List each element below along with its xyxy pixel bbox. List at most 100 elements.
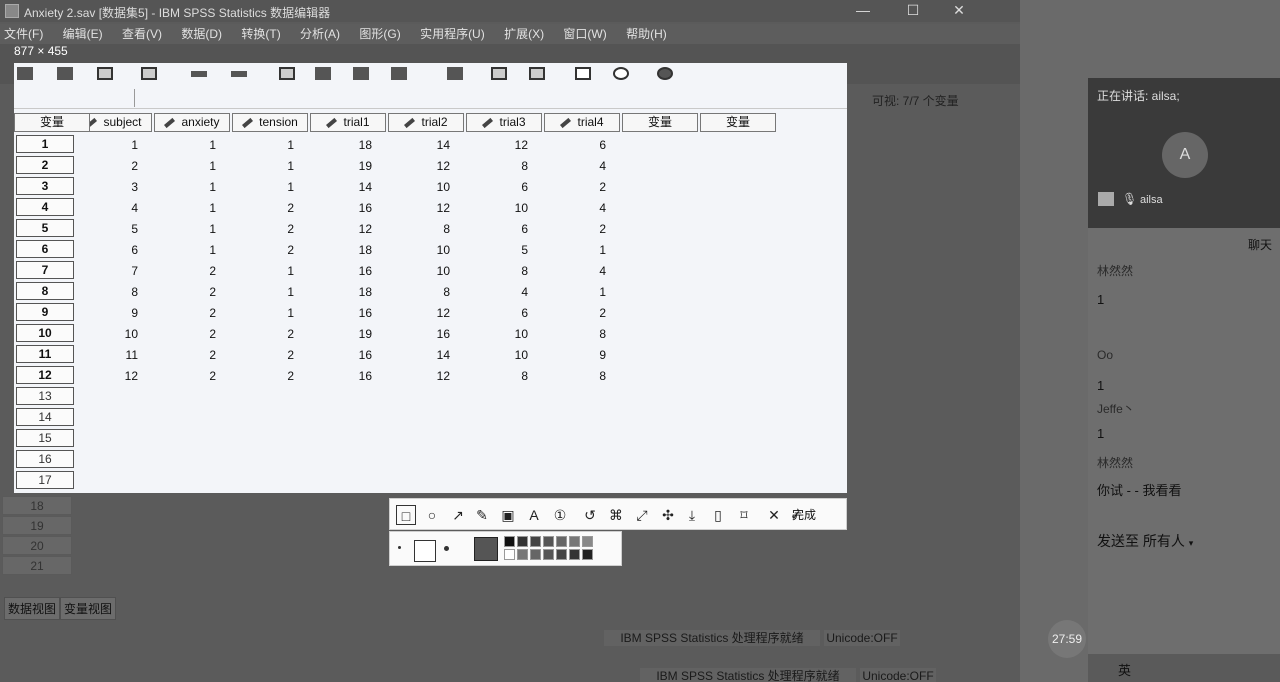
data-cell[interactable]: 2 <box>232 198 294 218</box>
data-cell[interactable]: 10 <box>388 177 450 197</box>
data-cell[interactable]: 4 <box>76 198 138 218</box>
data-cell[interactable]: 8 <box>544 324 606 344</box>
data-cell[interactable]: 2 <box>544 303 606 323</box>
row-header[interactable]: 1 <box>16 135 74 153</box>
data-cell[interactable]: 8 <box>466 261 528 281</box>
row-header-dimmed[interactable]: 21 <box>2 556 72 575</box>
data-cell[interactable]: 8 <box>466 156 528 176</box>
undo-icon[interactable] <box>188 63 210 83</box>
use-sets-icon[interactable] <box>610 63 632 83</box>
column-header-empty[interactable]: 变量 <box>14 113 90 132</box>
data-cell[interactable]: 1 <box>544 240 606 260</box>
data-cell[interactable]: 11 <box>76 345 138 365</box>
number-tool-icon[interactable]: ① <box>550 505 570 525</box>
row-header-dimmed[interactable]: 19 <box>2 516 72 535</box>
bookmark-icon[interactable]: ⌑ <box>734 505 754 525</box>
data-cell[interactable]: 6 <box>76 240 138 260</box>
data-cell[interactable]: 9 <box>544 345 606 365</box>
run-descriptives-icon[interactable] <box>388 63 410 83</box>
menu-view[interactable]: 查看(V) <box>122 24 162 44</box>
expand-tool-icon[interactable]: ⤢ <box>632 505 652 525</box>
send-to-row[interactable]: 发送至 所有人 ▾ <box>1097 531 1193 551</box>
row-header-dimmed[interactable]: 20 <box>2 536 72 555</box>
data-cell[interactable]: 6 <box>544 135 606 155</box>
data-cell[interactable]: 8 <box>544 366 606 386</box>
data-cell[interactable]: 2 <box>232 345 294 365</box>
data-cell[interactable]: 10 <box>466 324 528 344</box>
color-swatch[interactable] <box>530 536 541 547</box>
color-swatch[interactable] <box>556 549 567 560</box>
data-cell[interactable]: 19 <box>310 156 372 176</box>
dialog-recall-icon[interactable] <box>138 63 160 83</box>
rectangle-tool-icon[interactable]: □ <box>396 505 416 525</box>
cancel-icon[interactable]: ✕ <box>764 505 784 525</box>
data-cell[interactable]: 1 <box>154 135 216 155</box>
tab-data-view[interactable]: 数据视图 <box>4 597 61 620</box>
data-cell[interactable]: 1 <box>232 177 294 197</box>
minimize-button[interactable]: — <box>848 1 878 19</box>
data-cell[interactable]: 10 <box>466 198 528 218</box>
row-header[interactable]: 4 <box>16 198 74 216</box>
goto-case-icon[interactable] <box>276 63 298 83</box>
data-cell[interactable]: 4 <box>544 261 606 281</box>
data-cell[interactable]: 2 <box>154 345 216 365</box>
row-header[interactable]: 2 <box>16 156 74 174</box>
close-button[interactable]: ✕ <box>944 1 974 19</box>
row-header[interactable]: 15 <box>16 429 74 447</box>
data-cell[interactable]: 2 <box>232 366 294 386</box>
menu-extensions[interactable]: 扩展(X) <box>504 24 544 44</box>
color-swatch[interactable] <box>556 536 567 547</box>
color-swatch[interactable] <box>517 536 528 547</box>
data-cell[interactable]: 12 <box>76 366 138 386</box>
row-header[interactable]: 9 <box>16 303 74 321</box>
value-labels-icon[interactable] <box>572 63 594 83</box>
arrow-tool-icon[interactable]: ↗ <box>448 505 468 525</box>
color-swatch[interactable] <box>504 549 515 560</box>
data-cell[interactable]: 16 <box>310 198 372 218</box>
data-cell[interactable]: 8 <box>76 282 138 302</box>
color-swatch[interactable] <box>543 549 554 560</box>
data-cell[interactable]: 18 <box>310 240 372 260</box>
data-cell[interactable]: 2 <box>154 282 216 302</box>
data-cell[interactable]: 8 <box>388 282 450 302</box>
insert-variable-icon[interactable] <box>526 63 548 83</box>
redo-icon[interactable] <box>228 63 250 83</box>
data-cell[interactable]: 12 <box>466 135 528 155</box>
row-header[interactable]: 3 <box>16 177 74 195</box>
maximize-button[interactable]: ☐ <box>898 1 928 19</box>
insert-cases-icon[interactable] <box>488 63 510 83</box>
data-cell[interactable]: 16 <box>310 303 372 323</box>
mosaic-tool-icon[interactable]: ▣ <box>498 505 518 525</box>
send-to-target[interactable]: 所有人 <box>1143 533 1185 549</box>
print-icon[interactable] <box>94 63 116 83</box>
data-cell[interactable]: 10 <box>388 240 450 260</box>
color-swatch[interactable] <box>504 536 515 547</box>
data-cell[interactable]: 2 <box>232 219 294 239</box>
magic-tool-icon[interactable]: ✣ <box>658 505 678 525</box>
pin-tool-icon[interactable]: ⌘ <box>606 505 626 525</box>
data-cell[interactable]: 8 <box>388 219 450 239</box>
color-swatch[interactable] <box>517 549 528 560</box>
column-header-trial1[interactable]: trial1 <box>310 113 386 132</box>
data-cell[interactable]: 3 <box>76 177 138 197</box>
data-cell[interactable]: 2 <box>76 156 138 176</box>
brush-size-option[interactable] <box>444 546 449 551</box>
column-header-tension[interactable]: tension <box>232 113 308 132</box>
data-cell[interactable]: 1 <box>544 282 606 302</box>
find-icon[interactable] <box>444 63 466 83</box>
color-swatch[interactable] <box>582 549 593 560</box>
row-header[interactable]: 13 <box>16 387 74 405</box>
data-cell[interactable]: 6 <box>466 303 528 323</box>
data-cell[interactable]: 14 <box>388 135 450 155</box>
data-cell[interactable]: 2 <box>544 177 606 197</box>
data-cell[interactable]: 5 <box>76 219 138 239</box>
pen-tool-icon[interactable]: ✎ <box>472 505 492 525</box>
data-cell[interactable]: 1 <box>232 135 294 155</box>
data-cell[interactable]: 19 <box>310 324 372 344</box>
data-cell[interactable]: 2 <box>154 303 216 323</box>
data-cell[interactable]: 2 <box>232 324 294 344</box>
data-cell[interactable]: 4 <box>544 198 606 218</box>
data-cell[interactable]: 1 <box>154 219 216 239</box>
menu-edit[interactable]: 编辑(E) <box>63 24 103 44</box>
data-cell[interactable]: 1 <box>154 177 216 197</box>
